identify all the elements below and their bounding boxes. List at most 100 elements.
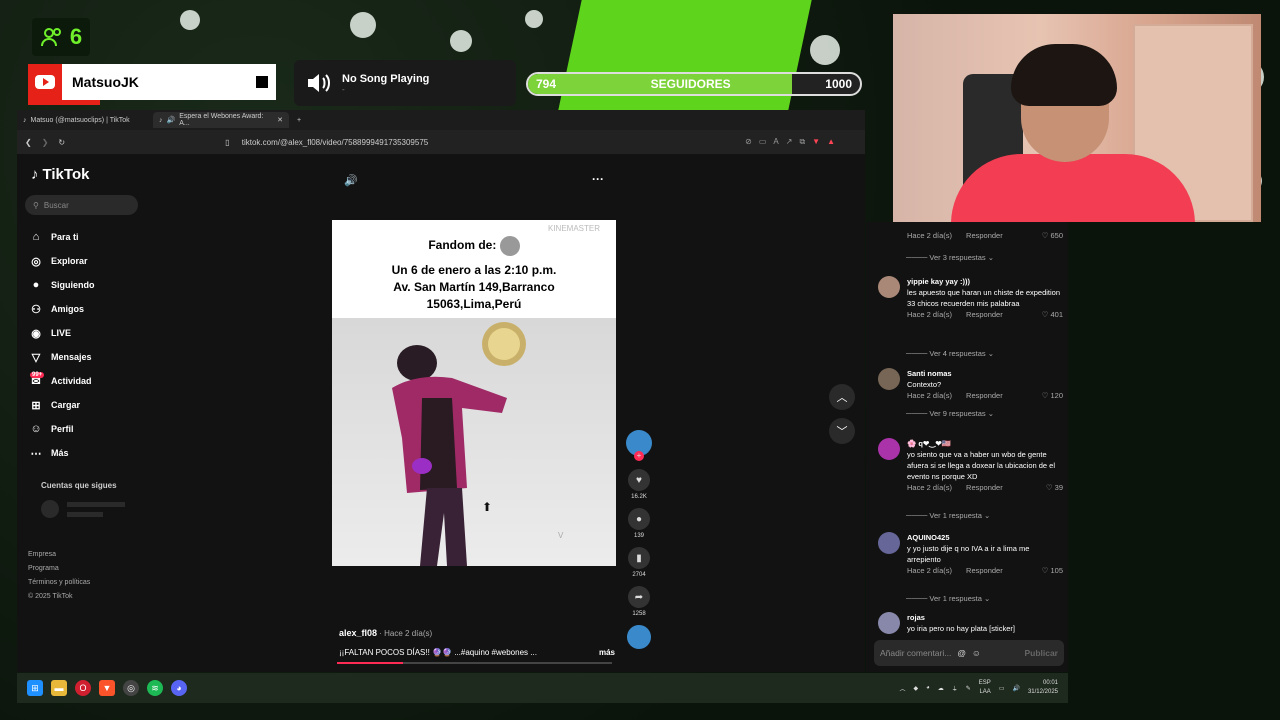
browser-tab-2[interactable]: ♪ 🔊 Espera el Webones Award: A... ✕ xyxy=(153,112,289,128)
tiktok-favicon-icon: ♪ xyxy=(159,116,163,124)
file-explorer-icon[interactable]: ▬ xyxy=(51,680,67,696)
mention-icon[interactable]: @ xyxy=(957,648,966,658)
comment-username[interactable]: AQUINO425 xyxy=(907,532,1063,543)
share-button[interactable]: ➦ xyxy=(628,586,650,608)
tray-mic-icon[interactable]: ⏚ xyxy=(952,684,958,693)
sound-avatar[interactable] xyxy=(627,625,651,649)
sidebar-item-label: Explorar xyxy=(51,256,88,266)
tray-cloud-icon[interactable]: ☁ xyxy=(938,685,944,692)
creator-username[interactable]: alex_fl08 xyxy=(339,628,377,638)
video-progress-bar[interactable] xyxy=(337,662,612,664)
comment-username[interactable]: rojas xyxy=(907,612,1063,623)
brave-rewards-icon[interactable]: ▲ xyxy=(827,137,835,147)
next-video-button[interactable]: ﹀ xyxy=(829,418,855,444)
browser-tab-1[interactable]: ♪ Matsuo (@matsuoclips) | TikTok xyxy=(17,112,153,128)
opera-icon[interactable]: O xyxy=(75,680,91,696)
avatar[interactable] xyxy=(878,438,900,460)
speaker-icon xyxy=(308,74,330,92)
comment-like-button[interactable]: ♡ 105 xyxy=(1042,565,1063,576)
close-tab-icon[interactable]: ✕ xyxy=(277,116,283,124)
comment-like-button[interactable]: ♡ 39 xyxy=(1046,482,1063,493)
avatar[interactable] xyxy=(878,532,900,554)
reply-button[interactable]: Responder xyxy=(966,309,1003,320)
comment-like-button[interactable]: ♡ 120 xyxy=(1042,390,1063,401)
emoji-icon[interactable]: ☺ xyxy=(972,648,981,658)
sidebar-item-live[interactable]: ◉ LIVE xyxy=(25,321,145,345)
address-bar-icons: ⊘ ▭ A ↗ ⧉ ▼ ▲ xyxy=(745,137,835,147)
obs-icon[interactable]: ◎ xyxy=(123,680,139,696)
new-tab-icon[interactable]: + xyxy=(297,117,301,124)
network-icon[interactable]: ▭ xyxy=(999,685,1005,692)
comment-input[interactable]: Añadir comentari... @ ☺ Publicar xyxy=(874,640,1064,666)
copy-icon[interactable]: ⧉ xyxy=(799,137,805,147)
reply-button[interactable]: Responder xyxy=(966,565,1003,576)
avatar[interactable] xyxy=(878,612,900,634)
follow-plus-icon[interactable]: + xyxy=(634,451,644,461)
volume-tray-icon[interactable]: 🔊 xyxy=(1012,685,1019,692)
comment-username[interactable]: Santi nomas xyxy=(907,368,1063,379)
tray-discord-icon[interactable]: ◕ xyxy=(926,685,930,691)
spotify-icon[interactable]: ≋ xyxy=(147,680,163,696)
brave-icon[interactable]: ▼ xyxy=(99,680,115,696)
sidebar-item-para-ti[interactable]: ⌂ Para ti xyxy=(25,225,145,249)
search-input[interactable]: ⚲ Buscar xyxy=(25,195,138,215)
sidebar-item-perfil[interactable]: ☺ Perfil xyxy=(25,417,145,441)
save-count: 2704 xyxy=(632,572,646,578)
tray-chevron-icon[interactable]: ︿ xyxy=(899,684,905,693)
clock[interactable]: 00:01 31/12/2025 xyxy=(1028,679,1058,697)
post-comment-button[interactable]: Publicar xyxy=(1024,648,1058,658)
reply-button[interactable]: Responder xyxy=(966,230,1003,241)
view-replies-button[interactable]: ──── Ver 4 respuestas ⌄ xyxy=(906,349,994,358)
sidebar-item-amigos[interactable]: ⚇ Amigos xyxy=(25,297,145,321)
sidebar-item-mensajes[interactable]: ▽ Mensajes xyxy=(25,345,145,369)
footer-link[interactable]: Términos y políticas xyxy=(28,576,145,590)
comment-like-button[interactable]: ♡ 401 xyxy=(1042,309,1063,320)
reload-icon[interactable]: ↻ xyxy=(58,138,65,147)
tiktok-logo[interactable]: ♪ TikTok xyxy=(31,166,145,183)
avatar[interactable] xyxy=(878,368,900,390)
address-bar: ❮ ❯ ↻ ▯ tiktok.com/@alex_fl08/video/7588… xyxy=(17,130,865,154)
screen-icon[interactable]: ▭ xyxy=(759,137,767,147)
bookmark-icon[interactable]: ▯ xyxy=(225,138,229,147)
view-replies-button[interactable]: ──── Ver 1 respuesta ⌄ xyxy=(906,511,990,520)
footer-link[interactable]: Programa xyxy=(28,562,145,576)
view-replies-button[interactable]: ──── Ver 1 respuesta ⌄ xyxy=(906,594,990,603)
comment-username[interactable]: 🌸 q❤‿❤🇺🇸 xyxy=(907,438,1063,449)
share-icon[interactable]: ↗ xyxy=(786,137,793,147)
more-link[interactable]: más xyxy=(599,648,615,657)
previous-video-button[interactable]: ︿ xyxy=(829,384,855,410)
reply-button[interactable]: Responder xyxy=(966,390,1003,401)
reply-button[interactable]: Responder xyxy=(966,482,1003,493)
view-replies-button[interactable]: ──── Ver 9 respuestas ⌄ xyxy=(906,409,994,418)
brave-shield-icon[interactable]: ▼ xyxy=(812,137,820,147)
system-tray: ︿ ◆ ◕ ☁ ⏚ ✎ ESP LAA ▭ 🔊 00:01 31/12/2025 xyxy=(899,679,1058,697)
video-player[interactable]: KINEMASTER Fandom de: Un 6 de enero a la… xyxy=(332,220,616,566)
windows-start-icon[interactable]: ⊞ xyxy=(27,680,43,696)
url-field[interactable]: ▯ tiktok.com/@alex_fl08/video/7588999491… xyxy=(225,138,735,147)
reader-icon[interactable]: ⊘ xyxy=(745,137,752,147)
discord-icon[interactable]: ◕ xyxy=(171,680,187,696)
translate-icon[interactable]: A xyxy=(773,137,778,147)
comment-like-button[interactable]: ♡ 650 xyxy=(1042,230,1063,241)
save-button[interactable]: ▮ xyxy=(628,547,650,569)
more-options-icon[interactable]: ··· xyxy=(592,172,604,186)
youtube-logo-icon xyxy=(28,64,62,100)
tray-app-icon[interactable]: ◆ xyxy=(914,685,919,692)
like-button[interactable]: ♥ xyxy=(628,469,650,491)
avatar[interactable] xyxy=(878,276,900,298)
sidebar-item-explorar[interactable]: ◎ Explorar xyxy=(25,249,145,273)
footer-link[interactable]: Empresa xyxy=(28,548,145,562)
volume-icon[interactable]: 🔊 xyxy=(344,174,358,187)
view-replies-button[interactable]: ──── Ver 3 respuestas ⌄ xyxy=(906,253,994,262)
comment-button[interactable]: ● xyxy=(628,508,650,530)
comment-username[interactable]: yippie kay yay :))) xyxy=(907,276,1063,287)
back-icon[interactable]: ❮ xyxy=(25,138,32,147)
forward-icon[interactable]: ❯ xyxy=(42,138,49,147)
sidebar-item-siguiendo[interactable]: ● Siguiendo xyxy=(25,273,145,297)
language-indicator[interactable]: ESP LAA xyxy=(979,679,991,697)
share-count: 1258 xyxy=(632,611,646,617)
sidebar-item-más[interactable]: ⋯ Más xyxy=(25,441,145,465)
sidebar-item-cargar[interactable]: ⊞ Cargar xyxy=(25,393,145,417)
sidebar-item-actividad[interactable]: ✉ Actividad 99+ xyxy=(25,369,145,393)
tray-pen-icon[interactable]: ✎ xyxy=(966,685,971,692)
